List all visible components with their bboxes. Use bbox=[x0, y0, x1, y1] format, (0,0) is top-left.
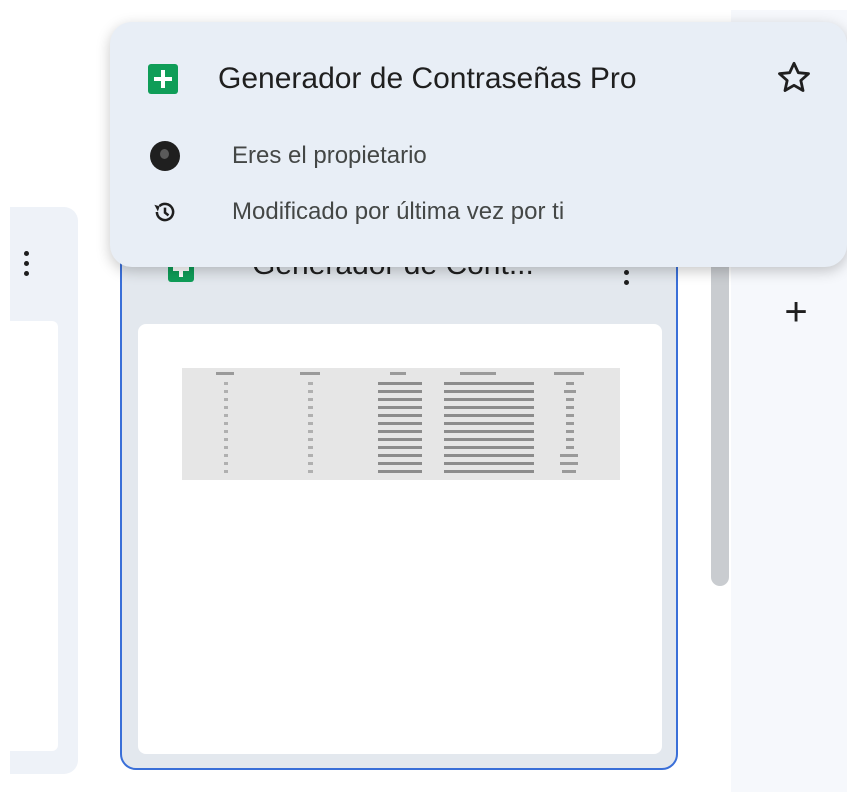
file-card-left[interactable] bbox=[10, 207, 78, 774]
file-preview bbox=[138, 324, 662, 754]
add-button[interactable]: + bbox=[778, 292, 814, 332]
star-icon[interactable] bbox=[774, 58, 814, 98]
history-icon bbox=[150, 197, 180, 227]
more-vert-icon[interactable] bbox=[21, 251, 31, 291]
file-thumbnail bbox=[10, 321, 58, 751]
avatar bbox=[150, 141, 180, 171]
modified-text: Modificado por última vez por ti bbox=[232, 198, 565, 225]
spreadsheet-thumbnail bbox=[182, 368, 620, 480]
scrollbar[interactable] bbox=[711, 250, 729, 586]
modified-row: Modificado por última vez por ti bbox=[150, 197, 564, 227]
owner-text: Eres el propietario bbox=[232, 142, 427, 169]
popup-title: Generador de Contraseñas Pro bbox=[218, 62, 637, 95]
file-info-popup: Generador de Contraseñas Pro Eres el pro… bbox=[110, 22, 847, 267]
file-card-selected[interactable]: Generador de Cont... bbox=[120, 210, 678, 770]
sheets-icon bbox=[148, 64, 178, 94]
owner-row: Eres el propietario bbox=[150, 141, 427, 171]
